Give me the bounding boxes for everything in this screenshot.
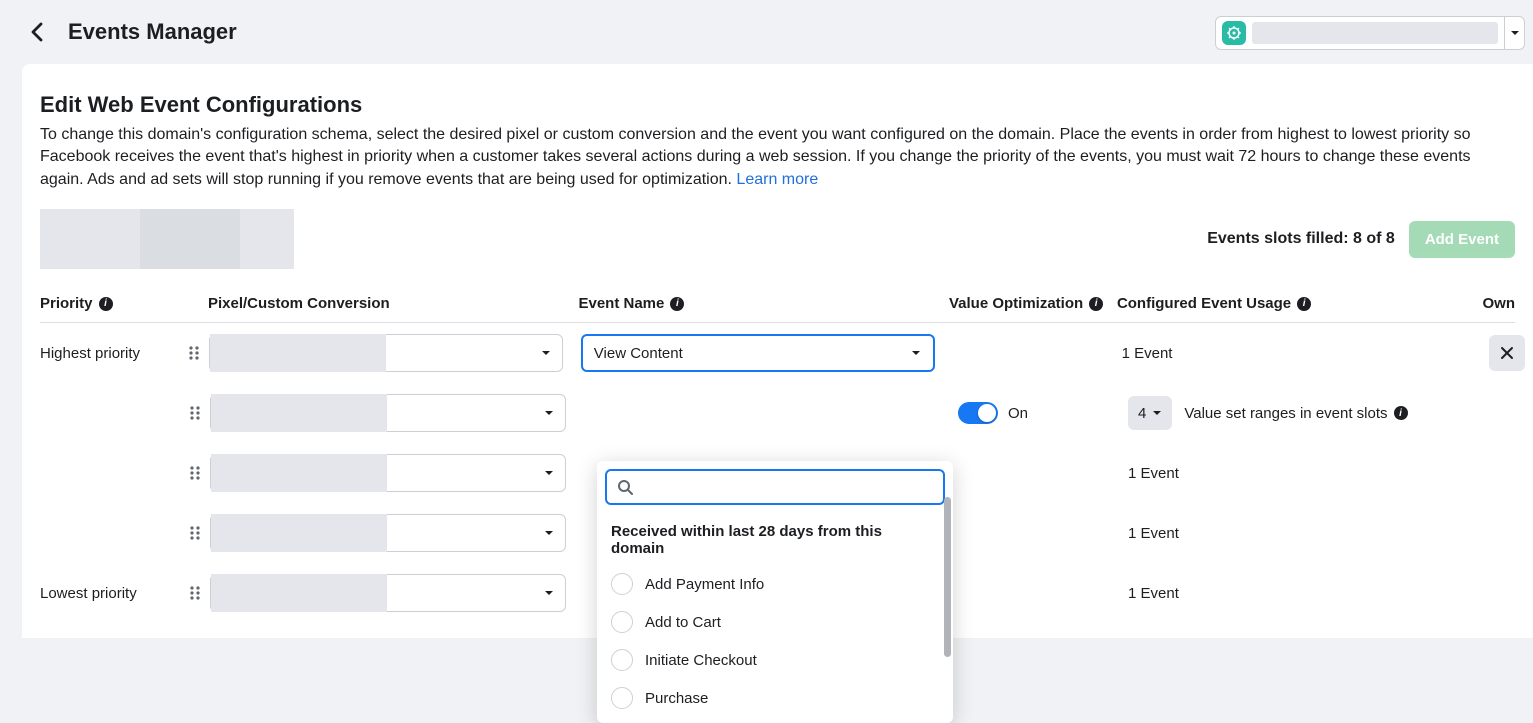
- account-name-redacted: [1252, 22, 1498, 44]
- col-pixel-label: Pixel/Custom Conversion: [208, 295, 390, 312]
- search-icon: [617, 479, 633, 495]
- info-icon[interactable]: i: [1297, 297, 1311, 311]
- pixel-name-redacted: [211, 394, 387, 432]
- configured-usage-value: 1 Event: [1128, 585, 1179, 602]
- toggle-state-label: On: [1008, 405, 1028, 422]
- drag-handle-icon[interactable]: [180, 525, 210, 541]
- priority-label: Highest priority: [40, 345, 179, 362]
- delete-row-button[interactable]: [1489, 335, 1525, 371]
- learn-more-link[interactable]: Learn more: [736, 171, 818, 188]
- pixel-name-redacted: [211, 574, 387, 612]
- chevron-down-icon: [543, 467, 555, 479]
- info-icon[interactable]: i: [1089, 297, 1103, 311]
- info-icon[interactable]: i: [670, 297, 684, 311]
- value-ranges-text: Value set ranges in event slots: [1184, 405, 1387, 422]
- info-icon[interactable]: i: [1394, 406, 1408, 420]
- pixel-name-redacted: [211, 514, 387, 552]
- col-event-label: Event Name: [578, 295, 664, 312]
- dropdown-option[interactable]: Add to Cart: [597, 603, 953, 641]
- dropdown-section-title: Received within last 28 days from this d…: [597, 513, 953, 565]
- pixel-select[interactable]: [210, 394, 566, 432]
- col-configured-label: Configured Event Usage: [1117, 295, 1291, 312]
- radio-icon: [611, 573, 633, 595]
- drag-handle-icon[interactable]: [179, 345, 209, 361]
- pixel-select[interactable]: [210, 514, 566, 552]
- dropdown-scrollbar[interactable]: [944, 497, 951, 657]
- col-valueopt-label: Value Optimization: [949, 295, 1083, 312]
- add-event-button[interactable]: Add Event: [1409, 221, 1515, 258]
- radio-icon: [611, 687, 633, 709]
- configured-usage-value: 1 Event: [1128, 525, 1179, 542]
- dropdown-option[interactable]: Add Payment Info: [597, 565, 953, 603]
- account-caret: [1504, 17, 1524, 49]
- event-dropdown: Received within last 28 days from this d…: [597, 461, 953, 723]
- back-button[interactable]: [24, 18, 52, 46]
- pixel-select[interactable]: [210, 454, 566, 492]
- configured-usage-value: 1 Event: [1122, 345, 1173, 362]
- drag-handle-icon[interactable]: [180, 465, 210, 481]
- domain-chip-redacted: [40, 209, 294, 269]
- radio-icon: [611, 649, 633, 671]
- panel-description: To change this domain's configuration sc…: [40, 124, 1515, 191]
- table-row: On 4 Value set ranges in event slots i: [40, 383, 1515, 443]
- event-name-value: View Content: [594, 345, 683, 362]
- chevron-left-icon: [30, 22, 46, 42]
- chevron-down-icon: [1152, 408, 1162, 418]
- close-icon: [1500, 346, 1514, 360]
- panel-heading: Edit Web Event Configurations: [40, 92, 1515, 118]
- table-row: Highest priority View Content 1 Event: [40, 323, 1515, 383]
- dropdown-search-field[interactable]: [605, 469, 945, 505]
- chevron-down-icon: [910, 347, 922, 359]
- value-optimization-toggle[interactable]: [958, 402, 998, 424]
- info-icon[interactable]: i: [99, 297, 113, 311]
- account-selector[interactable]: [1215, 16, 1525, 50]
- account-icon: [1222, 21, 1246, 45]
- pixel-name-redacted: [211, 454, 387, 492]
- slots-filled-text: Events slots filled: 8 of 8: [1207, 230, 1395, 248]
- chevron-down-icon: [543, 587, 555, 599]
- configured-usage-value: 1 Event: [1128, 465, 1179, 482]
- table-header: Priority i Pixel/Custom Conversion Event…: [40, 285, 1515, 323]
- dropdown-option[interactable]: Initiate Checkout: [597, 641, 953, 679]
- drag-handle-icon[interactable]: [180, 585, 210, 601]
- radio-icon: [611, 611, 633, 633]
- pixel-select[interactable]: [210, 574, 566, 612]
- chevron-down-icon: [543, 407, 555, 419]
- drag-handle-icon[interactable]: [180, 405, 210, 421]
- page-title: Events Manager: [68, 19, 237, 45]
- priority-label: Lowest priority: [40, 585, 180, 602]
- pixel-select[interactable]: [209, 334, 563, 372]
- dropdown-option[interactable]: Purchase: [597, 679, 953, 717]
- dropdown-search-input[interactable]: [641, 479, 933, 496]
- col-priority-label: Priority: [40, 295, 93, 312]
- chevron-down-icon: [543, 527, 555, 539]
- col-owner-label: Own: [1483, 295, 1516, 312]
- event-name-select[interactable]: View Content: [581, 334, 935, 372]
- pixel-name-redacted: [210, 334, 386, 372]
- value-count-select[interactable]: 4: [1128, 396, 1172, 430]
- chevron-down-icon: [540, 347, 552, 359]
